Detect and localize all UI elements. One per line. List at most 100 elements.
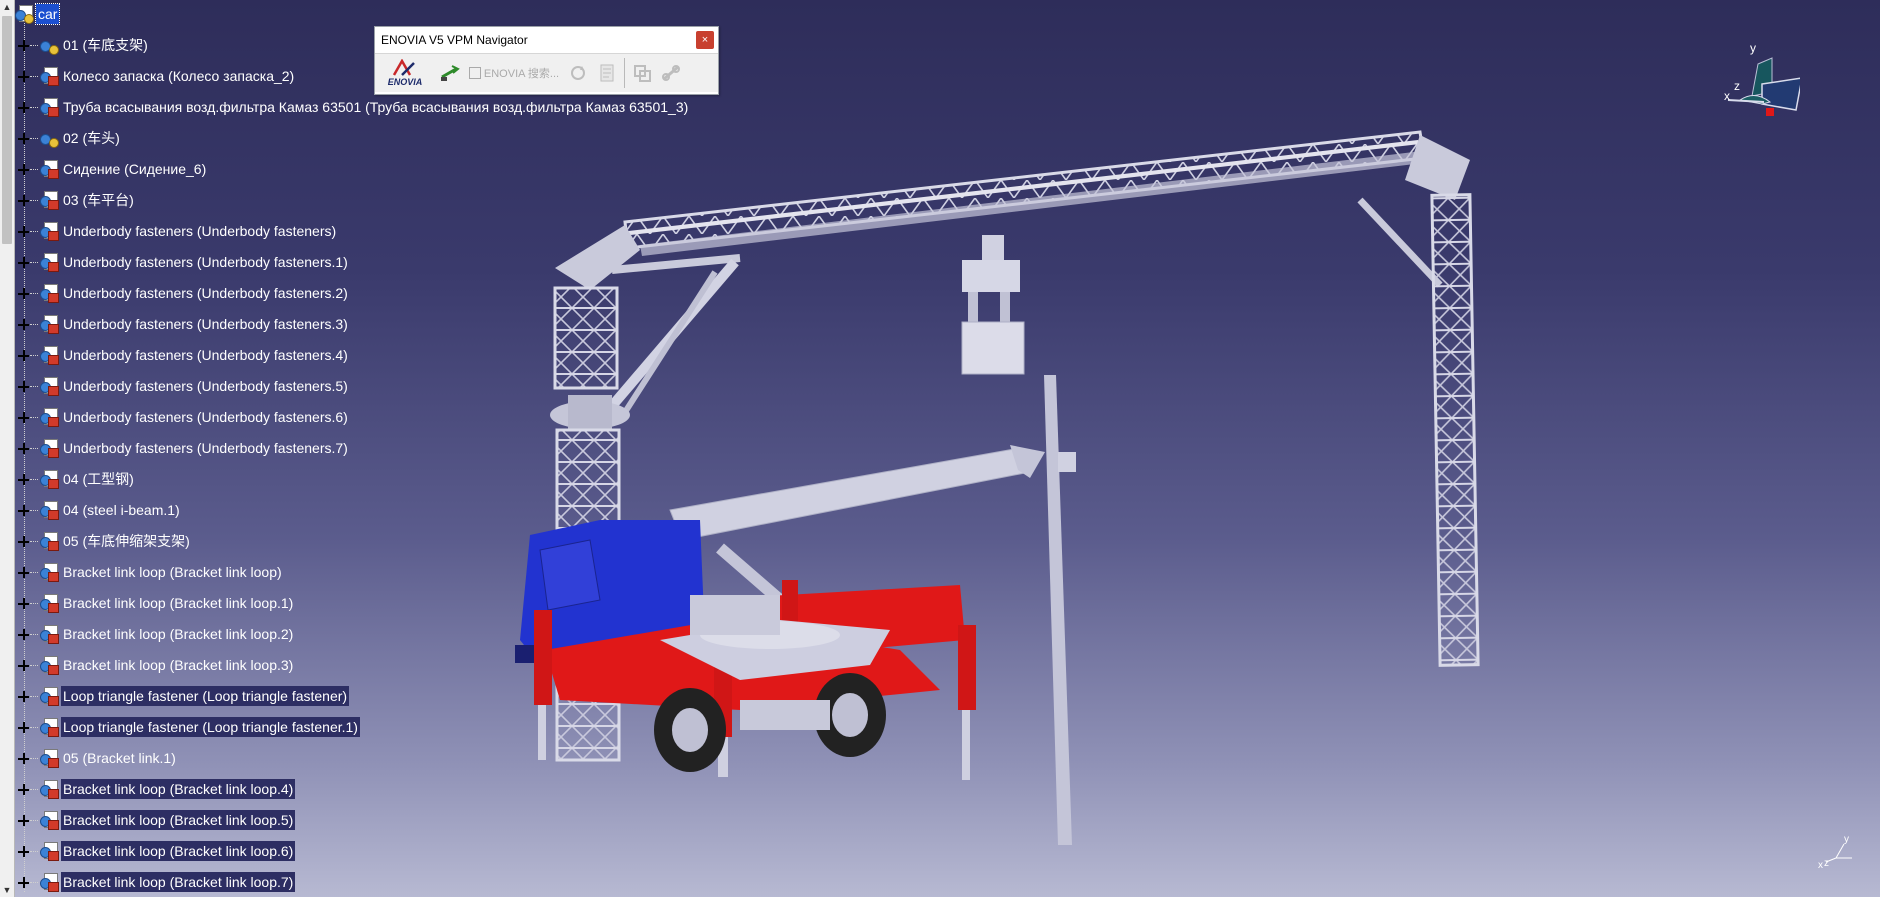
expand-plus-icon[interactable] [18, 132, 29, 144]
tree-item-label[interactable]: Bracket link loop (Bracket link loop.5) [61, 810, 296, 830]
expand-plus-icon[interactable] [18, 318, 29, 330]
tree-item[interactable]: Bracket link loop (Bracket link loop.6) [14, 840, 296, 862]
expand-plus-icon[interactable] [18, 690, 29, 702]
link-icon[interactable] [658, 57, 684, 89]
tree-item-label[interactable]: Underbody fasteners (Underbody fasteners… [61, 407, 350, 427]
expand-plus-icon[interactable] [18, 411, 29, 423]
tree-item-label[interactable]: Bracket link loop (Bracket link loop) [61, 562, 284, 582]
expand-plus-icon[interactable] [18, 473, 29, 485]
expand-plus-icon[interactable] [18, 39, 29, 51]
tree-item[interactable]: Bracket link loop (Bracket link loop) [14, 561, 284, 583]
expand-plus-icon[interactable] [18, 814, 29, 826]
tree-item[interactable]: Loop triangle fastener (Loop triangle fa… [14, 685, 350, 707]
tree-item-label[interactable]: Сидение (Сидение_6) [61, 159, 208, 179]
tree-item[interactable]: 02 (车头) [14, 127, 122, 149]
expand-plus-icon[interactable] [18, 349, 29, 361]
tree-item[interactable]: Bracket link loop (Bracket link loop.2) [14, 623, 295, 645]
tree-item[interactable]: Колесо запаска (Колесо запаска_2) [14, 65, 296, 87]
tree-item[interactable]: Underbody fasteners (Underbody fasteners… [14, 437, 350, 459]
expand-plus-icon[interactable] [18, 504, 29, 516]
tree-item[interactable]: Loop triangle fastener (Loop triangle fa… [14, 716, 360, 738]
tree-item[interactable]: Bracket link loop (Bracket link loop.7) [14, 871, 296, 893]
expand-plus-icon[interactable] [18, 101, 29, 113]
tree-item-label[interactable]: Bracket link loop (Bracket link loop.3) [61, 655, 295, 675]
part-icon [39, 252, 59, 272]
refresh-icon[interactable] [565, 57, 591, 89]
tree-item[interactable]: 01 (车底支架) [14, 34, 150, 56]
tree-root-label[interactable]: car [34, 3, 61, 25]
enovia-search-button[interactable]: ENOVIA 搜索... [467, 57, 561, 89]
tree-item-label[interactable]: Underbody fasteners (Underbody fasteners… [61, 221, 338, 241]
tree-item-label[interactable]: Underbody fasteners (Underbody fasteners… [61, 252, 350, 272]
send-to-icon[interactable] [437, 57, 463, 89]
expand-plus-icon[interactable] [18, 659, 29, 671]
tree-item[interactable]: 05 (车底伸缩架支架) [14, 530, 192, 552]
expand-plus-icon[interactable] [18, 225, 29, 237]
tree-item[interactable]: Underbody fasteners (Underbody fasteners… [14, 375, 350, 397]
expand-plus-icon[interactable] [18, 628, 29, 640]
tree-item-label[interactable]: Колесо запаска (Колесо запаска_2) [61, 66, 296, 86]
tree-item-label[interactable]: Bracket link loop (Bracket link loop.7) [61, 872, 296, 892]
tree-item[interactable]: Bracket link loop (Bracket link loop.3) [14, 654, 295, 676]
tree-item[interactable]: Underbody fasteners (Underbody fasteners… [14, 344, 350, 366]
expand-plus-icon[interactable] [18, 597, 29, 609]
enovia-titlebar[interactable]: ENOVIA V5 VPM Navigator × [375, 27, 718, 53]
expand-plus-icon[interactable] [18, 194, 29, 206]
expand-plus-icon[interactable] [18, 876, 29, 888]
close-icon[interactable]: × [696, 31, 714, 49]
product-gear-icon [39, 35, 59, 55]
toolbar-separator [624, 58, 625, 88]
tree-item-label[interactable]: Loop triangle fastener (Loop triangle fa… [61, 686, 350, 706]
tree-item[interactable]: 04 (工型钢) [14, 468, 136, 490]
tree-item[interactable]: Сидение (Сидение_6) [14, 158, 208, 180]
expand-plus-icon[interactable] [18, 256, 29, 268]
tree-root[interactable]: car [14, 3, 61, 25]
tree-item-label[interactable]: Bracket link loop (Bracket link loop.6) [61, 841, 296, 861]
expand-plus-icon[interactable] [18, 566, 29, 578]
tree-item[interactable]: Underbody fasteners (Underbody fasteners… [14, 313, 350, 335]
expand-plus-icon[interactable] [18, 721, 29, 733]
tree-item[interactable]: Underbody fasteners (Underbody fasteners… [14, 251, 350, 273]
tree-item[interactable]: Underbody fasteners (Underbody fasteners… [14, 220, 338, 242]
tree-item[interactable]: Bracket link loop (Bracket link loop.5) [14, 809, 296, 831]
compass-icon[interactable]: y x z [1690, 40, 1800, 150]
expand-plus-icon[interactable] [18, 752, 29, 764]
tree-item-label[interactable]: Underbody fasteners (Underbody fasteners… [61, 345, 350, 365]
tree-item-label[interactable]: 04 (工型钢) [61, 469, 136, 489]
expand-plus-icon[interactable] [18, 380, 29, 392]
tree-item-label[interactable]: Underbody fasteners (Underbody fasteners… [61, 283, 350, 303]
tree-item-label[interactable]: 03 (车平台) [61, 190, 136, 210]
expand-plus-icon[interactable] [18, 783, 29, 795]
tree-item[interactable]: Underbody fasteners (Underbody fasteners… [14, 282, 350, 304]
expand-plus-icon[interactable] [18, 442, 29, 454]
tree-item[interactable]: Bracket link loop (Bracket link loop.4) [14, 778, 296, 800]
expand-plus-icon[interactable] [18, 287, 29, 299]
tree-item[interactable]: Труба всасывания возд.фильтра Камаз 6350… [14, 96, 690, 118]
tree-item-label[interactable]: 02 (车头) [61, 128, 122, 148]
tree-item-label[interactable]: Труба всасывания возд.фильтра Камаз 6350… [61, 97, 690, 117]
tree-item[interactable]: 05 (Bracket link.1) [14, 747, 178, 769]
tree-item-label[interactable]: 04 (steel i-beam.1) [61, 500, 182, 520]
tree-item-label[interactable]: Underbody fasteners (Underbody fasteners… [61, 314, 350, 334]
enovia-logo-icon[interactable]: ENOVIA [377, 57, 433, 89]
tree-item-label[interactable]: 05 (Bracket link.1) [61, 748, 178, 768]
tree-item-label[interactable]: Bracket link loop (Bracket link loop.4) [61, 779, 296, 799]
tree-item[interactable]: 03 (车平台) [14, 189, 136, 211]
tree-item-label[interactable]: Bracket link loop (Bracket link loop.2) [61, 624, 295, 644]
part-icon [39, 717, 59, 737]
tree-item-label[interactable]: Underbody fasteners (Underbody fasteners… [61, 376, 350, 396]
tree-item-label[interactable]: 05 (车底伸缩架支架) [61, 531, 192, 551]
expand-plus-icon[interactable] [18, 845, 29, 857]
document-icon[interactable] [595, 57, 619, 89]
tree-item-label[interactable]: 01 (车底支架) [61, 35, 150, 55]
expand-plus-icon[interactable] [18, 163, 29, 175]
tree-item-label[interactable]: Loop triangle fastener (Loop triangle fa… [61, 717, 360, 737]
sync-icon[interactable] [630, 57, 654, 89]
tree-item[interactable]: 04 (steel i-beam.1) [14, 499, 182, 521]
tree-item[interactable]: Underbody fasteners (Underbody fasteners… [14, 406, 350, 428]
tree-item[interactable]: Bracket link loop (Bracket link loop.1) [14, 592, 295, 614]
tree-item-label[interactable]: Underbody fasteners (Underbody fasteners… [61, 438, 350, 458]
tree-item-label[interactable]: Bracket link loop (Bracket link loop.1) [61, 593, 295, 613]
expand-plus-icon[interactable] [18, 70, 29, 82]
expand-plus-icon[interactable] [18, 535, 29, 547]
